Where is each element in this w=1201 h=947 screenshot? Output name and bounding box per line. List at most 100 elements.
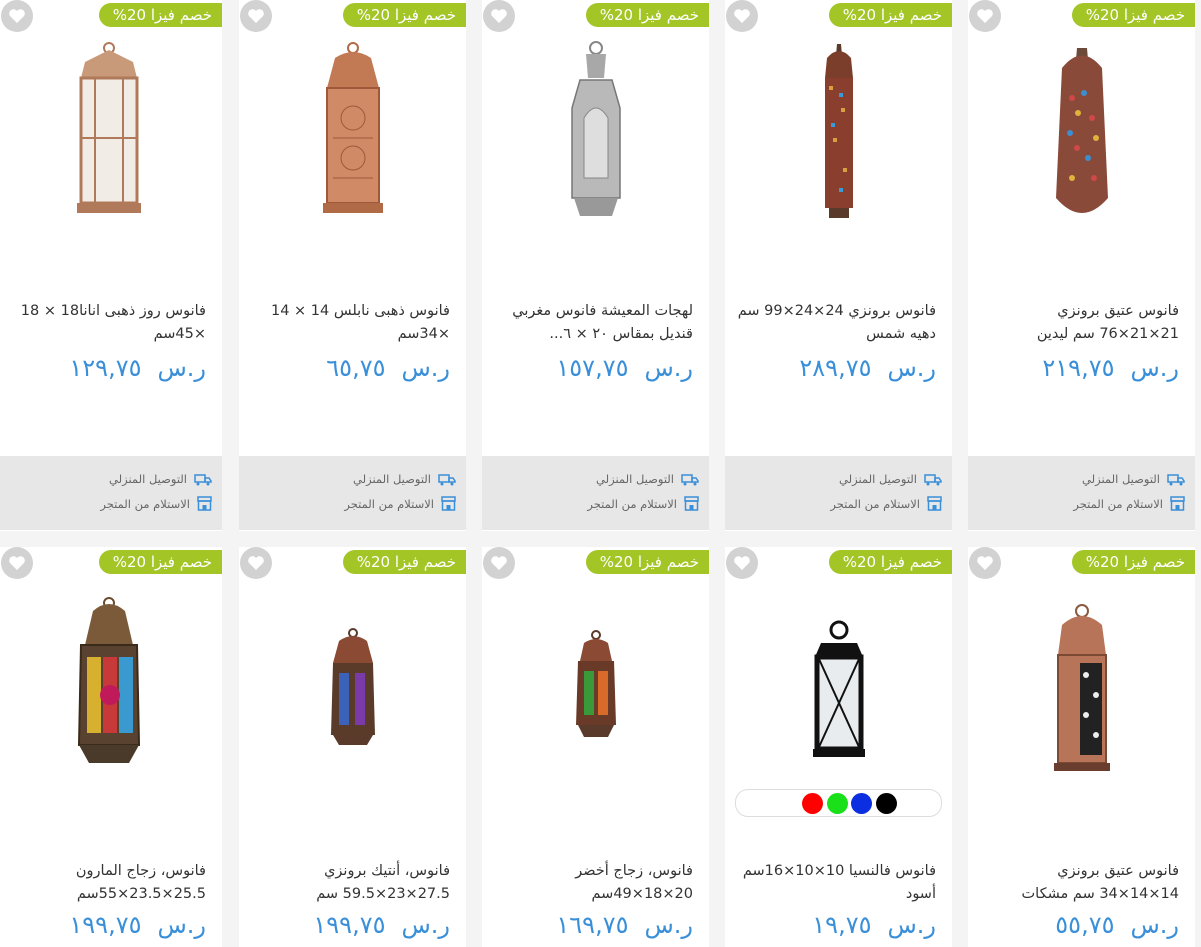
lantern-icon (76, 42, 141, 213)
truck-icon (438, 473, 456, 485)
color-swatch[interactable] (827, 793, 848, 814)
color-swatch[interactable] (876, 793, 897, 814)
store-icon (197, 496, 212, 511)
product-image[interactable] (725, 38, 952, 238)
product-title[interactable]: فانوس فالنسيا 10×10×16سم أسود (737, 860, 936, 906)
store-icon (684, 496, 699, 511)
product-image[interactable] (482, 585, 709, 785)
fulfillment-options: التوصيل المنزلي الاستلام من المتجر (725, 456, 952, 530)
product-price: ر.س٦٥,٧٥ (326, 354, 450, 382)
visa-discount-badge: خصم فيزا 20% (98, 550, 222, 574)
product-title[interactable]: فانوس عتيق برونزي 21×21×76 سم ليدين (980, 300, 1179, 346)
store-icon (1170, 496, 1185, 511)
lantern-icon (322, 42, 383, 213)
heart-icon[interactable] (969, 0, 1001, 32)
heart-icon[interactable] (1, 0, 33, 32)
product-price: ر.س١٥٧,٧٥ (556, 354, 693, 382)
product-card[interactable]: خصم فيزا 20% فانوس روز ذهبى انانا18 × 18… (0, 0, 222, 531)
product-title[interactable]: فانوس عتيق برونزي 14×14×34 سم مشكات (980, 860, 1179, 906)
product-card[interactable]: خصم فيزا 20% فانوس برونزي 24×24×99 سم ده… (725, 0, 952, 531)
heart-icon[interactable] (969, 547, 1001, 579)
product-card[interactable]: خصم فيزا 20% فانوس، زجاج أخضر 20×18×49سم… (482, 547, 709, 947)
product-image[interactable] (0, 585, 222, 785)
product-title[interactable]: فانوس، أنتيك برونزي 27.5×23×59.5 سم (251, 860, 450, 906)
home-delivery: التوصيل المنزلي (109, 472, 212, 486)
heart-icon[interactable] (1, 547, 33, 579)
truck-icon (1167, 473, 1185, 485)
fulfillment-options: التوصيل المنزلي الاستلام من المتجر (0, 456, 222, 530)
visa-discount-badge: خصم فيزا 20% (828, 550, 952, 574)
store-icon (927, 496, 942, 511)
store-pickup: الاستلام من المتجر (344, 496, 456, 511)
visa-discount-badge: خصم فيزا 20% (98, 3, 222, 27)
product-price: ر.س١٩٩,٧٥ (69, 911, 206, 939)
product-title[interactable]: فانوس، زجاج المارون 25.5×23.5×55سم (7, 860, 206, 906)
lantern-icon (824, 44, 853, 218)
fulfillment-options: التوصيل المنزلي الاستلام من المتجر (239, 456, 466, 530)
store-pickup: الاستلام من المتجر (830, 496, 942, 511)
product-card[interactable]: خصم فيزا 20% فانوس عتيق برونزي 21×21×76 … (968, 0, 1195, 531)
product-image[interactable] (239, 38, 466, 238)
heart-icon[interactable] (726, 547, 758, 579)
product-image[interactable] (968, 38, 1195, 238)
store-icon (441, 496, 456, 511)
heart-icon[interactable] (483, 0, 515, 32)
visa-discount-badge: خصم فيزا 20% (342, 3, 466, 27)
home-delivery: التوصيل المنزلي (839, 472, 942, 486)
heart-icon[interactable] (240, 547, 272, 579)
product-card[interactable]: خصم فيزا 20% فانوس ذهبى نابلس 14 × 14 ×3… (239, 0, 466, 531)
product-title[interactable]: فانوس روز ذهبى انانا18 × 18 ×45سم (7, 300, 206, 346)
product-title[interactable]: فانوس، زجاج أخضر 20×18×49سم (494, 860, 693, 906)
product-price: ر.س٢٨٩,٧٥ (799, 354, 936, 382)
product-price: ر.س٥٥,٧٥ (1055, 911, 1179, 939)
store-pickup: الاستلام من المتجر (100, 496, 212, 511)
product-price: ر.س٢١٩,٧٥ (1042, 354, 1179, 382)
color-options (735, 789, 942, 817)
heart-icon[interactable] (483, 547, 515, 579)
store-pickup: الاستلام من المتجر (587, 496, 699, 511)
product-image[interactable] (725, 585, 952, 785)
home-delivery: التوصيل المنزلي (596, 472, 699, 486)
product-title[interactable]: فانوس ذهبى نابلس 14 × 14 ×34سم (251, 300, 450, 346)
home-delivery: التوصيل المنزلي (353, 472, 456, 486)
visa-discount-badge: خصم فيزا 20% (828, 3, 952, 27)
product-card[interactable]: خصم فيزا 20% فانوس عتيق برونزي 14×14×34 … (968, 547, 1195, 947)
color-swatch[interactable] (802, 793, 823, 814)
product-price: ر.س١٦٩,٧٥ (556, 911, 693, 939)
lantern-icon (77, 597, 140, 763)
heart-icon[interactable] (726, 0, 758, 32)
truck-icon (194, 473, 212, 485)
product-card[interactable]: خصم فيزا 20% لهجات المعيشة فانوس مغربي ق… (482, 0, 709, 531)
product-title[interactable]: فانوس برونزي 24×24×99 سم دهيه شمس (737, 300, 936, 346)
color-swatch[interactable] (776, 793, 797, 814)
lantern-icon (575, 630, 616, 737)
product-image[interactable] (482, 38, 709, 238)
product-image[interactable] (239, 585, 466, 785)
truck-icon (681, 473, 699, 485)
color-swatch[interactable] (851, 793, 872, 814)
lantern-icon (570, 41, 621, 216)
lantern-icon (330, 628, 375, 745)
product-card[interactable]: خصم فيزا 20% فانوس، أنتيك برونزي 27.5×23… (239, 547, 466, 947)
visa-discount-badge: خصم فيزا 20% (342, 550, 466, 574)
product-price: ر.س١٩,٧٥ (812, 911, 936, 939)
fulfillment-options: التوصيل المنزلي الاستلام من المتجر (482, 456, 709, 530)
product-image[interactable] (968, 585, 1195, 785)
product-price: ر.س١٢٩,٧٥ (69, 354, 206, 382)
product-title[interactable]: لهجات المعيشة فانوس مغربي قنديل بمقاس ٢٠… (494, 300, 693, 346)
lantern-icon (1053, 604, 1110, 771)
lantern-icon (1055, 48, 1108, 213)
visa-discount-badge: خصم فيزا 20% (585, 3, 709, 27)
truck-icon (924, 473, 942, 485)
home-delivery: التوصيل المنزلي (1082, 472, 1185, 486)
heart-icon[interactable] (240, 0, 272, 32)
product-image[interactable] (0, 38, 222, 238)
lantern-icon (812, 620, 865, 757)
store-pickup: الاستلام من المتجر (1073, 496, 1185, 511)
visa-discount-badge: خصم فيزا 20% (1071, 550, 1195, 574)
product-card[interactable]: خصم فيزا 20% فانوس فالنسيا 10×10×16سم أس… (725, 547, 952, 947)
visa-discount-badge: خصم فيزا 20% (1071, 3, 1195, 27)
product-card[interactable]: خصم فيزا 20% فانوس، زجاج المارون 25.5×23… (0, 547, 222, 947)
fulfillment-options: التوصيل المنزلي الاستلام من المتجر (968, 456, 1195, 530)
product-price: ر.س١٩٩,٧٥ (313, 911, 450, 939)
